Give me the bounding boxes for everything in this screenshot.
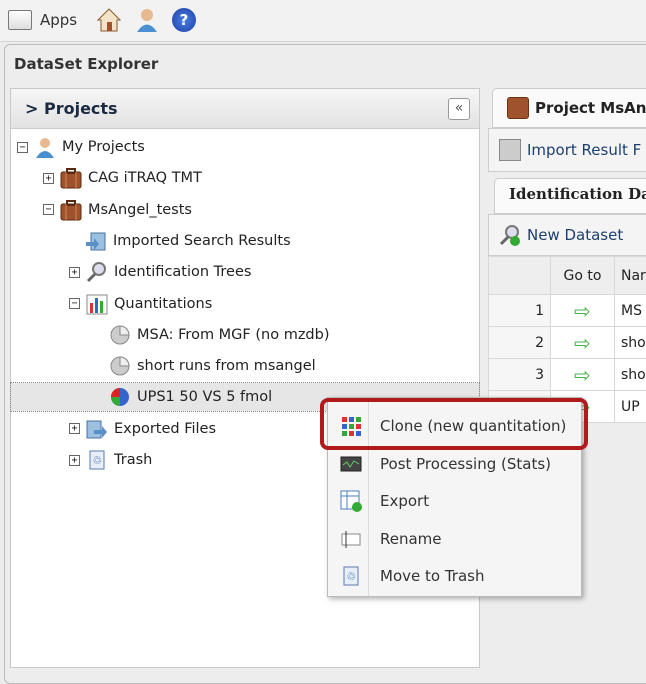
tree-item[interactable]: Imported Search Results xyxy=(85,229,291,253)
import-label: Import Result F xyxy=(527,141,641,159)
table-row[interactable]: 2⇨sho xyxy=(489,327,646,359)
collapse-toggle[interactable]: − xyxy=(17,142,28,153)
tree-item-label: Trash xyxy=(114,452,152,468)
expand-toggle[interactable]: + xyxy=(69,455,80,466)
tree-item[interactable]: + Exported Files xyxy=(69,417,216,441)
row-name: MS xyxy=(615,295,646,327)
menu-item-label: Rename xyxy=(380,530,442,548)
row-name: UP xyxy=(615,391,646,423)
tree-item[interactable]: + ♲ Trash xyxy=(69,448,152,472)
menu-item[interactable]: Export xyxy=(328,484,581,518)
goto-arrow-icon[interactable]: ⇨ xyxy=(551,359,615,391)
apps-button[interactable]: Apps xyxy=(40,11,77,29)
collapse-toggle[interactable]: − xyxy=(69,298,80,309)
import-icon xyxy=(499,139,521,161)
tree-item[interactable]: + Identification Trees xyxy=(69,260,251,284)
tree-item-label: Quantitations xyxy=(114,296,212,312)
expand-toggle[interactable]: + xyxy=(69,423,80,434)
tree-item[interactable]: short runs from msangel xyxy=(109,354,316,378)
tree-item-label: MsAngel_tests xyxy=(88,202,192,218)
menu-item[interactable]: Post Processing (Stats) xyxy=(328,447,581,481)
new-dataset-button[interactable]: New Dataset xyxy=(488,214,646,256)
pie-color-icon xyxy=(109,386,131,408)
rename-icon xyxy=(340,528,362,550)
menu-item[interactable]: Rename xyxy=(328,522,581,556)
tree-item-label: MSA: From MGF (no mzdb) xyxy=(137,327,330,343)
row-name: sho xyxy=(615,327,646,359)
briefcase-icon xyxy=(507,97,529,119)
menu-item[interactable]: ♲ Move to Trash xyxy=(328,559,581,593)
tree-item[interactable]: + CAG iTRAQ TMT xyxy=(43,166,202,190)
collapse-button[interactable]: « xyxy=(448,98,470,120)
trash-icon: ♲ xyxy=(86,449,108,471)
row-number: 2 xyxy=(489,327,551,359)
export-table-icon xyxy=(340,490,362,512)
tree-item-label: Imported Search Results xyxy=(113,233,291,249)
user-icon xyxy=(34,136,56,158)
expand-toggle[interactable]: + xyxy=(69,267,80,278)
tree-item-label: CAG iTRAQ TMT xyxy=(88,170,202,186)
tree-item-label: My Projects xyxy=(62,139,145,155)
row-number: 3 xyxy=(489,359,551,391)
trash-icon: ♲ xyxy=(340,565,362,587)
tree-item-label: short runs from msangel xyxy=(137,358,316,374)
tree-item-label: Identification Trees xyxy=(114,264,251,280)
bar-chart-icon xyxy=(86,293,108,315)
tree-item-label: UPS1 50 VS 5 fmol xyxy=(137,389,272,405)
pie-grey-icon xyxy=(109,355,131,377)
home-icon[interactable] xyxy=(96,7,122,33)
briefcase-icon xyxy=(60,199,82,221)
tab-identification[interactable]: Identification Da xyxy=(494,178,646,214)
row-number: 1 xyxy=(489,295,551,327)
tree-item[interactable]: − MsAngel_tests xyxy=(43,198,192,222)
projects-header: > Projects « xyxy=(11,89,479,129)
menu-item-label: Move to Trash xyxy=(380,567,484,585)
user-icon[interactable] xyxy=(134,7,160,33)
explorer-title: DataSet Explorer xyxy=(14,55,158,73)
stats-icon xyxy=(340,453,362,475)
tree-item[interactable]: − My Projects xyxy=(17,135,145,159)
col-header xyxy=(489,257,551,295)
tree-item-label: Exported Files xyxy=(114,421,216,437)
import-icon xyxy=(85,230,107,252)
col-header-goto[interactable]: Go to xyxy=(551,257,615,295)
row-name: sho xyxy=(615,359,646,391)
apps-icon[interactable] xyxy=(8,10,32,30)
col-header-name[interactable]: Nar xyxy=(615,257,646,295)
import-result-button[interactable]: Import Result F xyxy=(488,128,646,172)
expand-toggle[interactable]: + xyxy=(43,173,54,184)
top-toolbar: Apps ? xyxy=(0,0,646,42)
magnifier-icon xyxy=(86,261,108,283)
projects-title: > Projects xyxy=(25,99,118,118)
help-icon[interactable]: ? xyxy=(172,8,196,32)
goto-arrow-icon[interactable]: ⇨ xyxy=(551,295,615,327)
svg-text:♲: ♲ xyxy=(346,570,356,583)
tab-project-label: Project MsAn xyxy=(535,99,646,117)
table-row[interactable]: 3⇨sho xyxy=(489,359,646,391)
new-dataset-label: New Dataset xyxy=(527,226,623,244)
tree-item[interactable]: MSA: From MGF (no mzdb) xyxy=(109,323,330,347)
pie-grey-icon xyxy=(109,324,131,346)
magnifier-add-icon xyxy=(499,224,521,246)
collapse-toggle[interactable]: − xyxy=(43,204,54,215)
highlight-annotation xyxy=(320,398,588,450)
briefcase-icon xyxy=(60,167,82,189)
goto-arrow-icon[interactable]: ⇨ xyxy=(551,327,615,359)
svg-text:♲: ♲ xyxy=(92,454,102,467)
tab-project[interactable]: Project MsAn xyxy=(492,88,646,128)
menu-item-label: Export xyxy=(380,492,429,510)
export-icon xyxy=(86,418,108,440)
menu-item-label: Post Processing (Stats) xyxy=(380,455,551,473)
table-row[interactable]: 1⇨MS xyxy=(489,295,646,327)
tree-item[interactable]: − Quantitations xyxy=(69,292,212,316)
